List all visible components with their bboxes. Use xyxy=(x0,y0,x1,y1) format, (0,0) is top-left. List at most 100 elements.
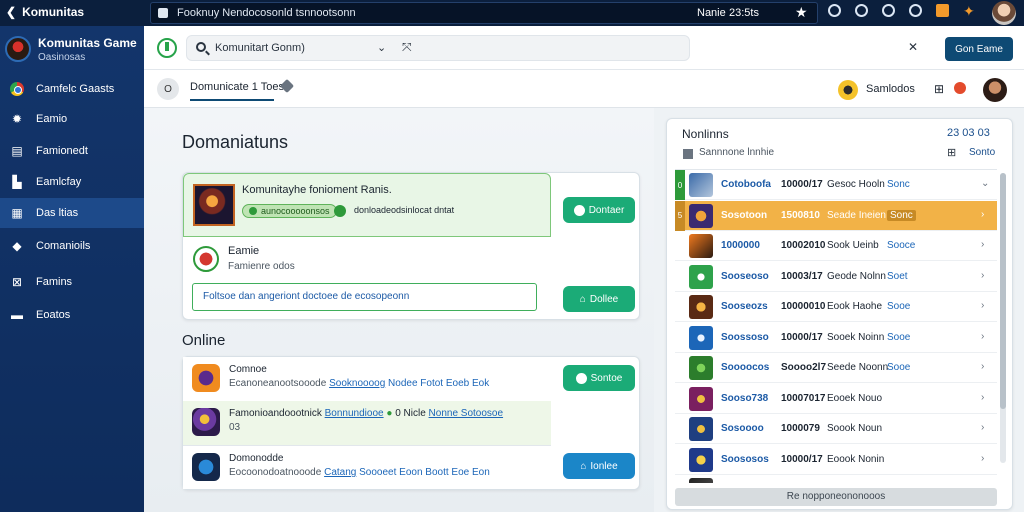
item-meta: Eocoonodoatnooode Catang Soooeet Eoon Bo… xyxy=(229,467,490,478)
location-icon[interactable] xyxy=(909,4,922,17)
item-link[interactable]: Sooknoooog xyxy=(329,378,385,389)
sidebar-item-eamlcfay[interactable]: ▙ Eamlcfay xyxy=(0,167,144,197)
cell-c4[interactable]: Sooe xyxy=(887,362,910,373)
sidebar-item-famins[interactable]: ⊠ Famins xyxy=(0,267,144,297)
cell-c3: Eook Haohe xyxy=(827,301,883,312)
meta-suffix: 0 Nicle xyxy=(395,408,426,419)
item-link[interactable]: Catang xyxy=(324,467,356,478)
close-icon[interactable]: ✕ xyxy=(908,40,918,54)
cell-c4[interactable]: Sonc xyxy=(887,209,916,221)
scrollbar[interactable] xyxy=(1000,173,1006,463)
chevron-down-icon[interactable]: ⌄ xyxy=(981,178,989,189)
cell-c4[interactable]: Sonc xyxy=(887,179,910,190)
table-row[interactable]: Soossoso 10000/17 Sooek Noinn Sooe › xyxy=(675,323,997,353)
sidebar-item-das-ltias[interactable]: ▦ Das ltias xyxy=(0,198,144,228)
avatar[interactable] xyxy=(983,78,1007,102)
chevron-right-icon[interactable]: › xyxy=(981,392,984,403)
featured-game-row[interactable]: Komunitayhe fonioment Ranis. aunocooooon… xyxy=(183,173,551,237)
cell-c3: Eooek Nouo xyxy=(827,392,883,404)
table-row[interactable]: › xyxy=(675,475,997,483)
cell-c1: Sooseoso xyxy=(721,270,769,282)
row-index: 5 xyxy=(675,200,685,231)
table-row[interactable]: Sooso738 10007017 Eooek Nouo › xyxy=(675,384,997,414)
tab-icon-button[interactable]: O xyxy=(157,78,179,100)
extension-icon[interactable] xyxy=(936,4,949,17)
top-bar: ❮ Komunitas Fooknuy Nendocosonld tsnnoot… xyxy=(0,0,1024,26)
grid-icon[interactable]: ⊞ xyxy=(934,82,944,96)
bookmark-star-icon[interactable]: ★ xyxy=(795,4,808,21)
player-avatar xyxy=(689,325,713,350)
chevron-right-icon[interactable]: › xyxy=(981,422,984,433)
address-bar[interactable]: Fooknuy Nendocosonld tsnnootsonn Nanie 2… xyxy=(150,2,818,24)
scrollbar-thumb[interactable] xyxy=(1000,173,1006,409)
cell-c1: Sosotoon xyxy=(721,209,768,221)
table-row[interactable]: Sooseoso 10003/17 Geode Nolnn Soet › xyxy=(675,262,997,292)
table-row[interactable]: Soooocos Soooo2l7 Seede Noonn Sooe › xyxy=(675,353,997,383)
notification-icon[interactable] xyxy=(954,82,966,94)
sidebar-item-famionedt[interactable]: ▤ Famionedt xyxy=(0,136,144,166)
home-button[interactable]: ⌂ Dollee xyxy=(563,286,635,312)
chevron-right-icon[interactable]: › xyxy=(981,209,984,220)
table-row[interactable]: Sooseozs 10000010 Eook Haohe Sooe › xyxy=(675,292,997,322)
chevron-right-icon[interactable]: › xyxy=(981,331,984,342)
search-icon xyxy=(196,42,206,52)
user-name[interactable]: Samlodos xyxy=(866,83,915,95)
list-item[interactable]: Comnoe Ecanoneanootsooode Sooknoooog Nod… xyxy=(183,357,551,401)
grid-icon[interactable]: ⊞ xyxy=(947,146,956,159)
online-home-button[interactable]: ⌂ Ionlee xyxy=(563,453,635,479)
item-link[interactable]: Bonnundiooe xyxy=(325,408,384,419)
sidebar-item-label: Das ltias xyxy=(36,207,79,219)
history-icon[interactable] xyxy=(882,4,895,17)
message-field[interactable]: Foltsoe dan angeriont doctoee de ecosope… xyxy=(192,283,537,311)
cell-c4[interactable]: Soet xyxy=(887,271,908,282)
filter-icon[interactable] xyxy=(683,149,693,159)
puzzle-star-icon[interactable]: ✦ xyxy=(963,4,975,18)
cell-c3: Seade Ineien xyxy=(827,209,886,221)
sidebar-item-eamio[interactable]: ✹ Eamio xyxy=(0,104,144,134)
game-round-icon xyxy=(193,246,219,272)
cell-c2: Soooo2l7 xyxy=(781,362,827,373)
cell-c1: Sooso738 xyxy=(721,392,769,404)
cell-c4[interactable]: Sooce xyxy=(887,240,915,251)
panel-footer[interactable]: Re nopponeononooos xyxy=(675,488,997,506)
item-link[interactable]: Nonne Sotoosoe xyxy=(429,408,504,419)
list-item[interactable]: Domonodde Eocoonodoatnooode Catang Soooe… xyxy=(183,445,551,489)
sidebar-item-eoatos[interactable]: ▬ Eoatos xyxy=(0,300,144,330)
table-row[interactable]: Sosoooo 1000079 Soook Noun › xyxy=(675,414,997,444)
home-icon: ⌂ xyxy=(580,460,587,472)
cell-c4[interactable]: Sooe xyxy=(887,301,910,312)
table-row[interactable]: 5 Sosotoon 1500810 Seade Ineien Sonc › xyxy=(675,200,997,231)
sort-label[interactable]: Sonto xyxy=(969,147,995,158)
chevron-right-icon[interactable]: › xyxy=(981,300,984,311)
sidebar-item-camfelc[interactable]: Camfelc Gaasts xyxy=(0,74,144,104)
chevron-down-icon[interactable]: ⌄ xyxy=(377,41,386,54)
row-index xyxy=(675,323,685,353)
profile-avatar[interactable] xyxy=(992,1,1016,25)
panel-title: Nonlinns xyxy=(682,127,729,141)
tab-active[interactable]: Domunicate 1 Toes xyxy=(190,81,284,93)
cell-c2: 10000/17 xyxy=(781,331,823,343)
chevron-right-icon[interactable]: › xyxy=(981,361,984,372)
app-title-text: Komunitas xyxy=(22,5,85,19)
sidebar-item-comanioils[interactable]: ◆ Comanioils xyxy=(0,231,144,261)
cross-tool-icon[interactable]: ⤧ xyxy=(402,40,412,55)
cell-c4[interactable]: Sooe xyxy=(887,332,910,343)
chevron-right-icon[interactable]: › xyxy=(981,239,984,250)
game-action-button[interactable]: Gon Eame xyxy=(945,37,1013,61)
search-input[interactable]: Komunitart Gonm) ⌄ ⤧ xyxy=(186,35,690,61)
cell-c1: Sosoooo xyxy=(721,423,764,434)
table-row[interactable]: 1000000 10002010 Sook Ueinb Sooce › xyxy=(675,231,997,261)
chevron-right-icon[interactable]: › xyxy=(981,270,984,281)
list-item[interactable]: Famonioandoootnick Bonnundiooe ● 0 Nicle… xyxy=(183,401,551,445)
row-index: 0 xyxy=(675,170,685,200)
brand-icon[interactable] xyxy=(157,38,177,58)
table-row[interactable]: Soososos 10000/17 Eoook Nonin › xyxy=(675,445,997,475)
settings-icon[interactable] xyxy=(855,4,868,17)
chevron-right-icon[interactable]: › xyxy=(981,453,984,464)
download-button[interactable]: Dontaer xyxy=(563,197,635,223)
refresh-icon[interactable] xyxy=(828,4,841,17)
back-arrow-icon[interactable]: ❮ xyxy=(6,5,16,19)
table-row[interactable]: 0 Cotoboofa 10000/17 Gesoc Hooln Sonc ⌄ xyxy=(675,170,997,200)
online-action-button[interactable]: Sontoe xyxy=(563,365,635,391)
stack-icon: ▬ xyxy=(11,308,23,322)
